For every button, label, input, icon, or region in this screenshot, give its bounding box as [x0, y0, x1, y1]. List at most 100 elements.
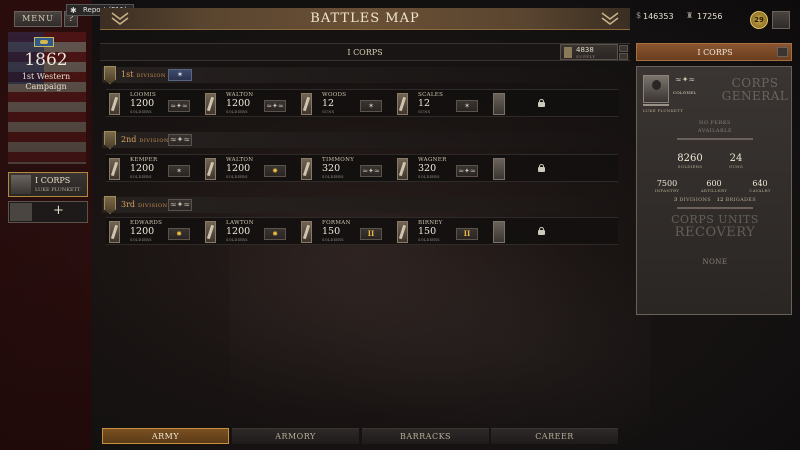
brigade-strength: 1200 — [226, 226, 251, 237]
recovery-title-line2: RECOVERY — [674, 225, 756, 240]
brigade-card[interactable]: KEMPER 1200 SOLDIERS ✶ — [106, 155, 198, 183]
brigade-unit: SOLDIERS — [226, 110, 248, 114]
brigade-rank-icon: ✹ — [264, 165, 286, 177]
division-header[interactable]: 2nd DIVISION ≈✦≈ — [102, 131, 622, 149]
brigade-strength: 150 — [418, 226, 437, 237]
brigade-type-icon — [301, 221, 312, 243]
division-shield-icon — [104, 131, 116, 149]
brigade-rank-icon: ✹ — [168, 228, 190, 240]
brigade-type-icon — [397, 158, 408, 180]
brigade-type-icon — [109, 93, 120, 115]
guns-stat: 24 GUNS — [711, 153, 761, 169]
brigade-unit: GUNS — [418, 110, 431, 114]
brigade-card[interactable]: WALTON 1200 SOLDIERS ✹ — [202, 155, 294, 183]
general-portrait — [643, 75, 669, 103]
brigades-label: BRIGADES — [725, 197, 756, 203]
recovery-value: NONE — [702, 258, 728, 266]
corps-panel-title: I CORPS — [697, 48, 733, 57]
general-name: LUKE PLUNKETT — [643, 108, 684, 113]
brigade-unit: SOLDIERS — [418, 238, 440, 242]
division-header[interactable]: 1st DIVISION ✶ — [102, 66, 622, 84]
brigade-card[interactable]: WALTON 1200 SOLDIERS ≈✦≈ — [202, 90, 294, 118]
brigade-unit: SOLDIERS — [322, 175, 344, 179]
brigade-card[interactable]: BIRNEY 150 SOLDIERS II — [394, 218, 486, 246]
brigade-rank-icon: ✹ — [264, 228, 286, 240]
scroll-up-button[interactable] — [619, 45, 628, 52]
sidebar-corps-name: I CORPS — [35, 176, 71, 185]
role-title-line1: CORPS — [731, 76, 779, 90]
page-title: BATTLES MAP — [310, 11, 420, 26]
campaign-name-line2: Campaign — [25, 82, 67, 91]
artillery-stat: 600 ARTILLERY — [689, 179, 739, 193]
brigade-card[interactable]: TIMMONY 320 SOLDIERS ≈✦≈ — [298, 155, 390, 183]
empty-brigade-slot[interactable] — [493, 158, 505, 180]
artillery-label: ARTILLERY — [700, 188, 728, 193]
corps-title: I CORPS — [347, 48, 383, 57]
sidebar-commander-name: LUKE PLUNKETT — [35, 187, 81, 193]
brigade-type-icon — [301, 158, 312, 180]
brigade-card[interactable]: LOOMIS 1200 SOLDIERS ≈✦≈ — [106, 90, 198, 118]
brigade-strength: 150 — [322, 226, 341, 237]
division-row: LOOMIS 1200 SOLDIERS ≈✦≈ WALTON 1200 SOLDIERS ≈… — [106, 89, 618, 117]
division-row: KEMPER 1200 SOLDIERS ✶ WALTON 1200 SOLDIERS ✹ TI… — [106, 154, 618, 182]
brigade-card[interactable]: LAWTON 1200 SOLDIERS ✹ — [202, 218, 294, 246]
chevron-down-icon[interactable] — [600, 10, 620, 26]
division-badge-icon: ≈✦≈ — [168, 134, 192, 146]
division-label: DIVISION — [136, 73, 166, 79]
brigade-rank-icon: ✶ — [456, 100, 478, 112]
lock-icon — [538, 99, 545, 107]
brigade-rank-icon: ✶ — [360, 100, 382, 112]
perks-line2: AVAILABLE — [697, 128, 733, 134]
division-label: DIVISION — [139, 138, 169, 144]
division-shield-icon — [104, 66, 116, 84]
corps-panel-button[interactable] — [777, 47, 788, 57]
rank-level-badge[interactable]: 29 — [750, 11, 768, 29]
options-button[interactable] — [772, 11, 790, 29]
guns-label: GUNS — [728, 164, 743, 169]
brigade-type-icon — [109, 221, 120, 243]
infantry-label: INFANTRY — [654, 188, 680, 193]
eagle-icon: ≈✦≈ — [675, 75, 696, 84]
artillery-value: 600 — [706, 179, 722, 188]
brigades-count: 12 — [716, 197, 724, 203]
tab-barracks[interactable]: BARRACKS — [362, 428, 489, 444]
brigade-card[interactable]: WAGNER 320 SOLDIERS ≈✦≈ — [394, 155, 486, 183]
sidebar-corps-card[interactable]: I CORPS LUKE PLUNKETT — [8, 172, 88, 197]
role-title-line2: GENERAL — [721, 89, 789, 103]
tab-armory[interactable]: ARMORY — [232, 428, 359, 444]
brigade-card[interactable]: EDWARDS 1200 SOLDIERS ✹ — [106, 218, 198, 246]
general-rank: COLONEL — [673, 90, 697, 95]
division-label: DIVISION — [138, 203, 168, 209]
add-corps-button[interactable]: + — [8, 201, 88, 223]
brigade-unit: SOLDIERS — [130, 175, 152, 179]
brigade-rank-icon: ≈✦≈ — [360, 165, 382, 177]
brigade-card[interactable]: SCALES 12 GUNS ✶ — [394, 90, 486, 118]
brigade-card[interactable]: WOODS 12 GUNS ✶ — [298, 90, 390, 118]
plus-icon: + — [53, 203, 64, 218]
cavalry-value: 640 — [752, 179, 768, 188]
bottom-tabs: ARMY ARMORY BARRACKS CAREER — [102, 428, 618, 444]
brigade-unit: GUNS — [322, 110, 335, 114]
division-badge-icon: ✶ — [168, 69, 192, 81]
scroll-down-button[interactable] — [619, 53, 628, 60]
empty-brigade-slot[interactable] — [493, 221, 505, 243]
general-xp-bar — [643, 104, 669, 106]
brigade-strength: 320 — [322, 163, 341, 174]
division-header[interactable]: 3rd DIVISION ≈✦≈ — [102, 196, 622, 214]
corps-panel-header: I CORPS — [636, 43, 792, 61]
empty-brigade-slot[interactable] — [493, 93, 505, 115]
cavalry-stat: 640 CAVALRY — [735, 179, 785, 193]
divider — [677, 207, 753, 209]
top-title-bar: BATTLES MAP — [100, 8, 630, 30]
brigade-type-icon — [205, 93, 216, 115]
menu-button[interactable]: MENU — [14, 11, 62, 27]
division-number: 3rd — [121, 200, 136, 209]
tab-career[interactable]: CAREER — [491, 428, 618, 444]
brigade-card[interactable]: FORMAN 150 SOLDIERS II — [298, 218, 390, 246]
brigade-unit: SOLDIERS — [130, 238, 152, 242]
brigade-type-icon — [397, 221, 408, 243]
brigade-strength: 1200 — [226, 98, 251, 109]
division-shield-icon — [104, 196, 116, 214]
brigade-unit: SOLDIERS — [226, 175, 248, 179]
tab-army[interactable]: ARMY — [102, 428, 229, 444]
